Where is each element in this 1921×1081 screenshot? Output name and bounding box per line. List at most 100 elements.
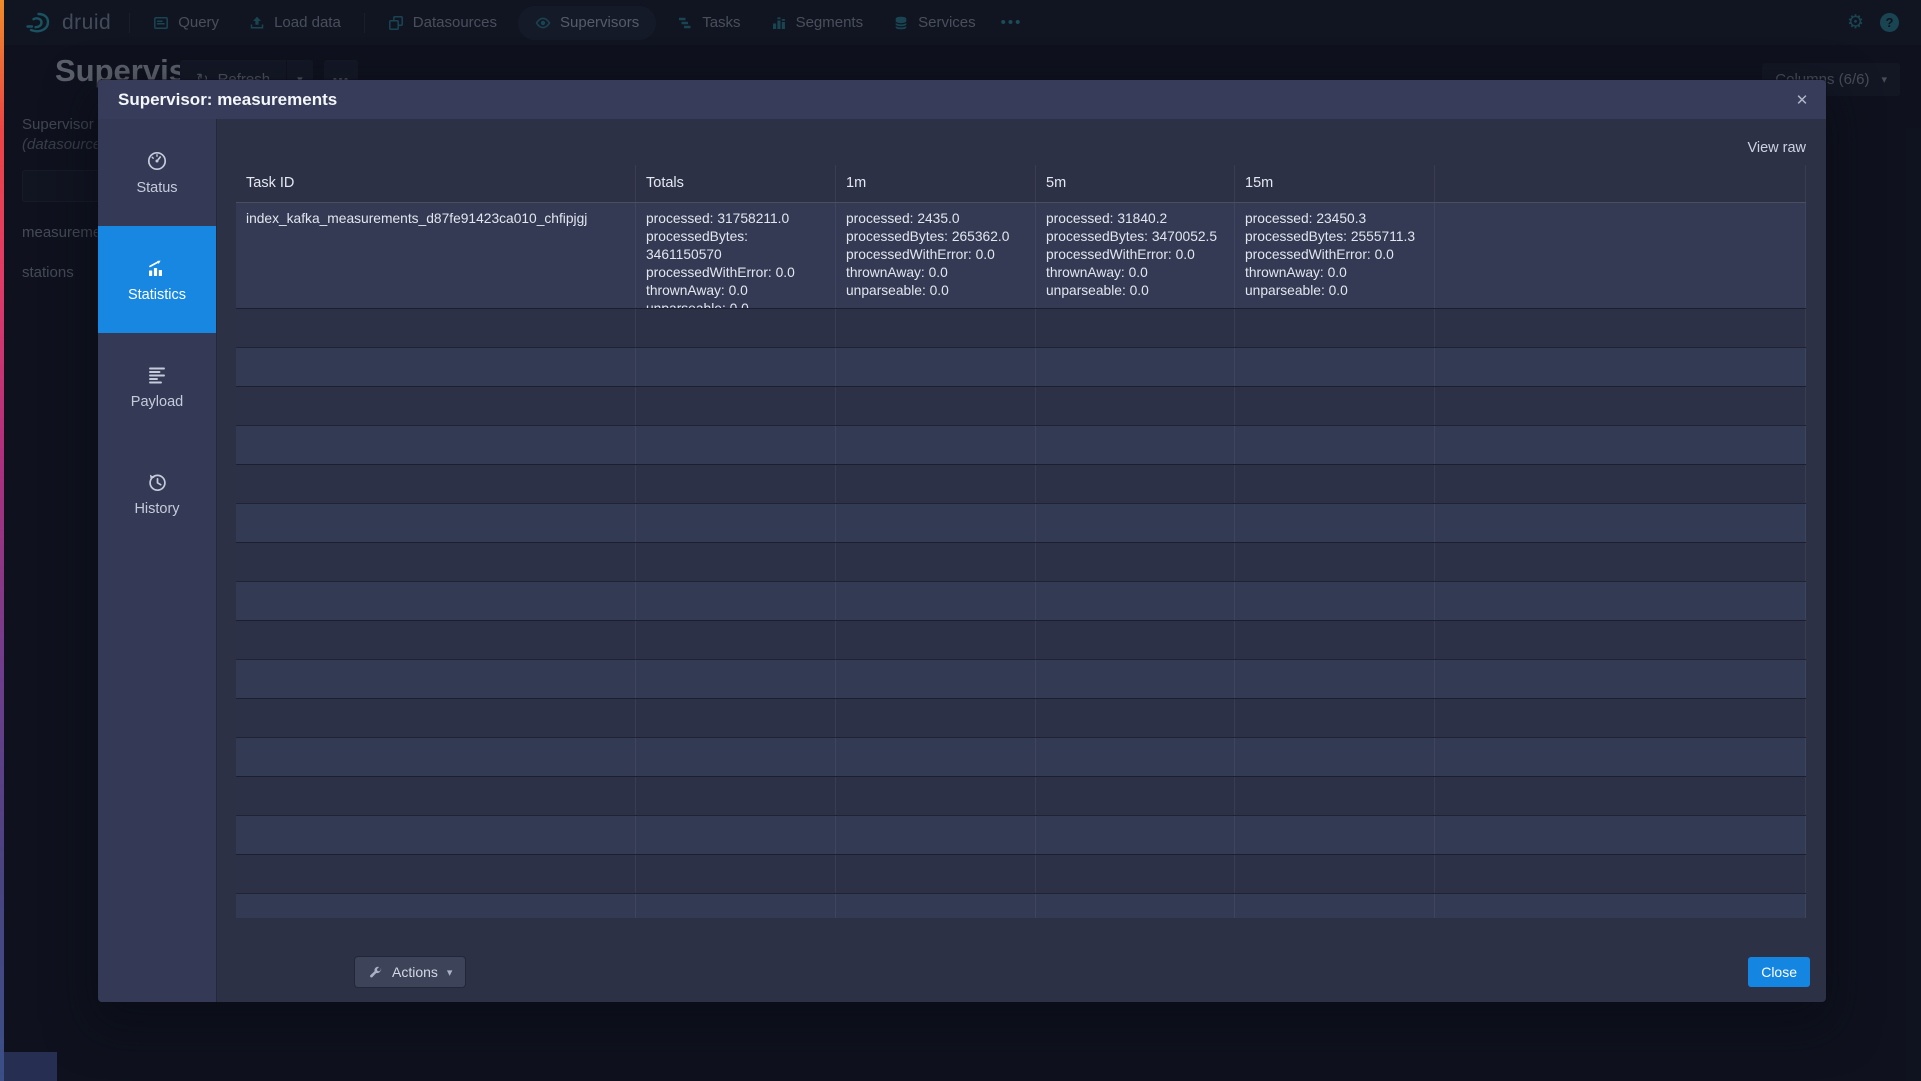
table-row — [236, 347, 1806, 386]
empty-cell — [1235, 621, 1435, 659]
empty-cell — [236, 699, 636, 737]
empty-cell — [1435, 816, 1806, 854]
table-row[interactable]: index_kafka_measurements_d87fe91423ca010… — [236, 203, 1806, 308]
empty-cell — [236, 582, 636, 620]
chevron-down-icon: ▾ — [447, 966, 453, 979]
screen: druid Query Load data Datasources — [0, 0, 1921, 1081]
column-header-1m[interactable]: 1m — [836, 165, 1036, 202]
table-row — [236, 425, 1806, 464]
tab-statistics[interactable]: Statistics — [98, 226, 216, 333]
empty-cell — [236, 777, 636, 815]
empty-cell — [836, 816, 1036, 854]
empty-cell — [1036, 894, 1235, 918]
history-clock-icon — [146, 471, 168, 493]
column-header-15m[interactable]: 15m — [1235, 165, 1435, 202]
empty-cell — [1036, 504, 1235, 542]
view-raw-link[interactable]: View raw — [1747, 140, 1806, 156]
table-header-row: Task ID Totals 1m 5m 15m — [236, 165, 1806, 203]
empty-cell — [1036, 309, 1235, 347]
close-button[interactable]: Close — [1748, 957, 1810, 987]
left-edge-gradient — [0, 0, 4, 1081]
stats-1m-cell: processed: 2435.0 processedBytes: 265362… — [836, 203, 1036, 308]
empty-cell — [1036, 738, 1235, 776]
empty-cell — [1235, 504, 1435, 542]
stats-15m-cell: processed: 23450.3 processedBytes: 25557… — [1235, 203, 1435, 308]
empty-cell — [836, 894, 1036, 918]
column-header-totals[interactable]: Totals — [636, 165, 836, 202]
empty-cell — [236, 543, 636, 581]
wrench-icon — [368, 965, 383, 980]
empty-cell — [836, 621, 1036, 659]
statistics-table: Task ID Totals 1m 5m 15m index_kafka_mea… — [236, 165, 1806, 918]
empty-cell — [236, 816, 636, 854]
stats-5m-cell: processed: 31840.2 processedBytes: 34700… — [1036, 203, 1235, 308]
empty-cell — [836, 777, 1036, 815]
empty-cell — [836, 738, 1036, 776]
empty-cell — [1435, 348, 1806, 386]
task-id-cell: index_kafka_measurements_d87fe91423ca010… — [236, 203, 636, 308]
empty-cell — [836, 504, 1036, 542]
empty-cell — [636, 621, 836, 659]
empty-cell — [236, 894, 636, 918]
empty-cell — [636, 582, 836, 620]
view-raw-row: View raw — [236, 135, 1806, 161]
column-header-task-id[interactable]: Task ID — [236, 165, 636, 202]
table-row — [236, 776, 1806, 815]
empty-cell — [636, 426, 836, 464]
empty-cell — [1036, 387, 1235, 425]
empty-cell — [1435, 738, 1806, 776]
empty-cell — [636, 777, 836, 815]
empty-cell — [636, 699, 836, 737]
tab-status[interactable]: Status — [98, 119, 216, 226]
tab-label: Status — [136, 180, 177, 196]
empty-cell — [636, 504, 836, 542]
empty-cell — [1036, 777, 1235, 815]
empty-cell — [1435, 465, 1806, 503]
empty-cell — [1036, 543, 1235, 581]
empty-cell — [1235, 582, 1435, 620]
tab-label: Statistics — [128, 287, 186, 303]
dialog-footer: Actions ▾ Close — [355, 957, 1810, 987]
empty-cell — [836, 426, 1036, 464]
empty-cell — [1235, 309, 1435, 347]
empty-cell — [1435, 309, 1806, 347]
empty-cell — [1235, 816, 1435, 854]
column-header-5m[interactable]: 5m — [1036, 165, 1235, 202]
table-row — [236, 893, 1806, 918]
actions-label: Actions — [392, 964, 438, 980]
empty-cell — [1435, 777, 1806, 815]
actions-button[interactable]: Actions ▾ — [355, 957, 465, 987]
empty-cell — [1435, 621, 1806, 659]
empty-cell — [1036, 855, 1235, 893]
empty-cell — [836, 465, 1036, 503]
close-icon[interactable]: ✕ — [1786, 84, 1818, 116]
empty-cell — [1036, 660, 1235, 698]
tab-payload[interactable]: Payload — [98, 333, 216, 440]
table-row — [236, 737, 1806, 776]
table-row — [236, 386, 1806, 425]
dialog-main: View raw Task ID Totals 1m 5m 15m index_… — [217, 119, 1826, 1002]
empty-cell — [1235, 855, 1435, 893]
empty-cell — [1235, 543, 1435, 581]
dialog-body: Status Statistics — [98, 119, 1826, 1002]
dialog-header: Supervisor: measurements ✕ — [98, 80, 1826, 119]
supervisor-dialog: Supervisor: measurements ✕ Status — [98, 80, 1826, 1002]
empty-cell — [236, 348, 636, 386]
empty-cell — [836, 699, 1036, 737]
empty-cell — [1435, 504, 1806, 542]
empty-cell — [836, 855, 1036, 893]
empty-cell — [236, 465, 636, 503]
empty-cell — [236, 387, 636, 425]
empty-cell — [636, 855, 836, 893]
empty-cell — [636, 309, 836, 347]
empty-cell — [1235, 738, 1435, 776]
dialog-title: Supervisor: measurements — [118, 90, 1786, 110]
empty-cell — [636, 348, 836, 386]
empty-cell — [1435, 894, 1806, 918]
status-gauge-icon — [146, 150, 168, 172]
table-row — [236, 659, 1806, 698]
empty-cell — [636, 543, 836, 581]
tab-history[interactable]: History — [98, 440, 216, 547]
empty-cell — [1235, 699, 1435, 737]
empty-cell — [1435, 203, 1806, 308]
